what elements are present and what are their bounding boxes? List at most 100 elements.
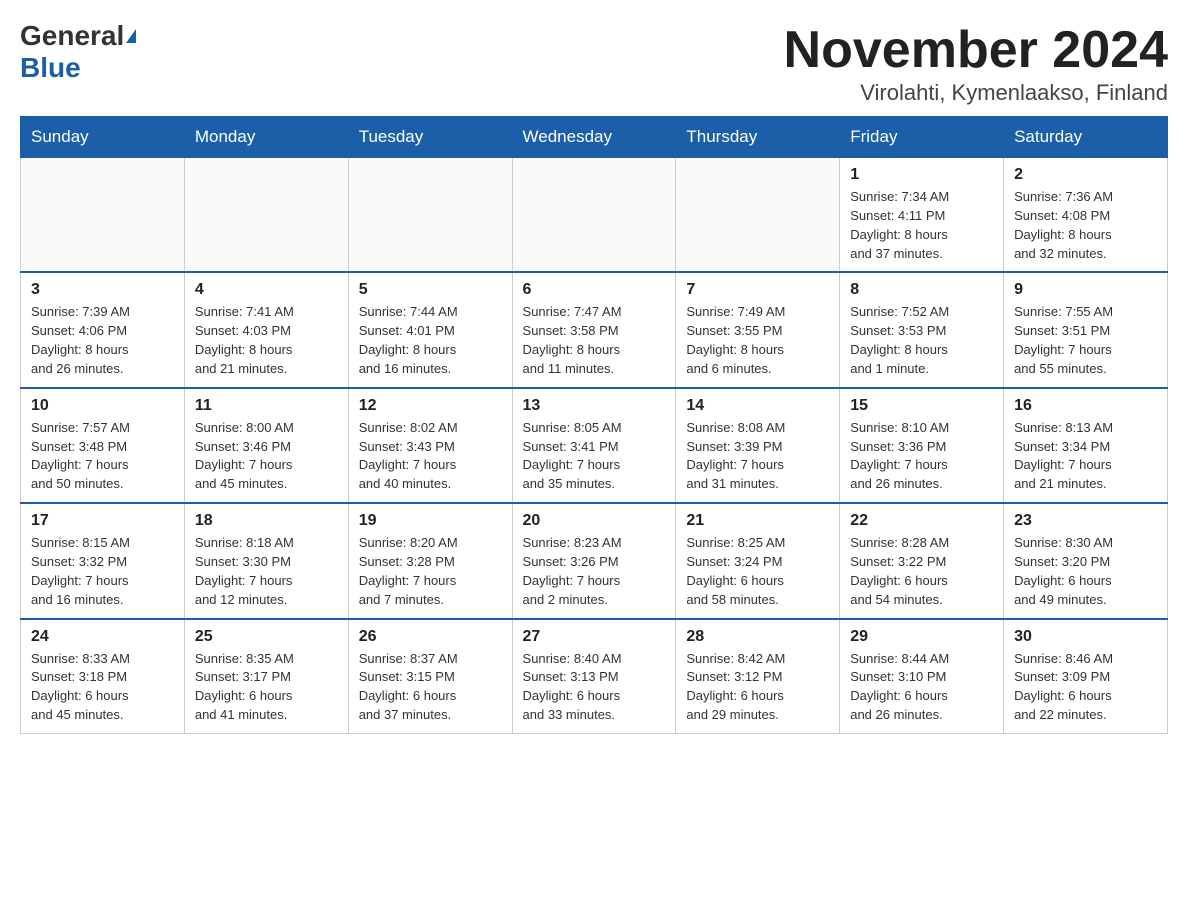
day-info: Sunrise: 8:18 AM Sunset: 3:30 PM Dayligh…	[195, 534, 338, 609]
day-info: Sunrise: 7:39 AM Sunset: 4:06 PM Dayligh…	[31, 303, 174, 378]
day-number: 15	[850, 397, 993, 415]
day-info: Sunrise: 8:02 AM Sunset: 3:43 PM Dayligh…	[359, 419, 502, 494]
calendar-cell: 4 Sunrise: 7:41 AM Sunset: 4:03 PM Daylig…	[184, 272, 348, 387]
day-info: Sunrise: 8:13 AM Sunset: 3:34 PM Dayligh…	[1014, 419, 1157, 494]
day-number: 26	[359, 628, 502, 646]
day-number: 17	[31, 512, 174, 530]
day-number: 25	[195, 628, 338, 646]
calendar-header-row: SundayMondayTuesdayWednesdayThursdayFrid…	[21, 117, 1168, 158]
day-number: 22	[850, 512, 993, 530]
day-info: Sunrise: 8:46 AM Sunset: 3:09 PM Dayligh…	[1014, 650, 1157, 725]
calendar-week-row: 24 Sunrise: 8:33 AM Sunset: 3:18 PM Dayli…	[21, 619, 1168, 734]
day-info: Sunrise: 7:52 AM Sunset: 3:53 PM Dayligh…	[850, 303, 993, 378]
calendar-cell: 21 Sunrise: 8:25 AM Sunset: 3:24 PM Dayli…	[676, 503, 840, 618]
location-text: Virolahti, Kymenlaakso, Finland	[784, 80, 1168, 106]
calendar-cell: 13Sunrise: 8:05 AM Sunset: 3:41 PM Dayli…	[512, 388, 676, 503]
calendar-week-row: 17 Sunrise: 8:15 AM Sunset: 3:32 PM Dayli…	[21, 503, 1168, 618]
day-info: Sunrise: 8:42 AM Sunset: 3:12 PM Dayligh…	[686, 650, 829, 725]
day-info: Sunrise: 8:28 AM Sunset: 3:22 PM Dayligh…	[850, 534, 993, 609]
page-header: General Blue November 2024 Virolahti, Ky…	[20, 20, 1168, 106]
day-number: 6	[523, 281, 666, 299]
day-info: Sunrise: 8:40 AM Sunset: 3:13 PM Dayligh…	[523, 650, 666, 725]
calendar-cell: 16Sunrise: 8:13 AM Sunset: 3:34 PM Dayli…	[1004, 388, 1168, 503]
day-number: 12	[359, 397, 502, 415]
calendar-cell: 14 Sunrise: 8:08 AM Sunset: 3:39 PM Dayli…	[676, 388, 840, 503]
calendar-cell	[676, 158, 840, 273]
calendar-cell: 20 Sunrise: 8:23 AM Sunset: 3:26 PM Dayli…	[512, 503, 676, 618]
calendar-cell: 1 Sunrise: 7:34 AM Sunset: 4:11 PM Daylig…	[840, 158, 1004, 273]
day-info: Sunrise: 8:00 AM Sunset: 3:46 PM Dayligh…	[195, 419, 338, 494]
calendar-cell	[184, 158, 348, 273]
calendar-cell: 12 Sunrise: 8:02 AM Sunset: 3:43 PM Dayli…	[348, 388, 512, 503]
day-info: Sunrise: 8:05 AM Sunset: 3:41 PM Dayligh…	[523, 419, 666, 494]
logo: General Blue	[20, 20, 136, 84]
day-number: 14	[686, 397, 829, 415]
day-info: Sunrise: 7:57 AM Sunset: 3:48 PM Dayligh…	[31, 419, 174, 494]
day-number: 29	[850, 628, 993, 646]
column-header-tuesday: Tuesday	[348, 117, 512, 158]
calendar-cell: 28 Sunrise: 8:42 AM Sunset: 3:12 PM Dayli…	[676, 619, 840, 734]
calendar-cell: 23Sunrise: 8:30 AM Sunset: 3:20 PM Dayli…	[1004, 503, 1168, 618]
day-info: Sunrise: 8:30 AM Sunset: 3:20 PM Dayligh…	[1014, 534, 1157, 609]
day-number: 21	[686, 512, 829, 530]
day-info: Sunrise: 8:37 AM Sunset: 3:15 PM Dayligh…	[359, 650, 502, 725]
day-number: 9	[1014, 281, 1157, 299]
day-info: Sunrise: 7:44 AM Sunset: 4:01 PM Dayligh…	[359, 303, 502, 378]
calendar-cell	[21, 158, 185, 273]
day-number: 4	[195, 281, 338, 299]
calendar-cell: 7Sunrise: 7:49 AM Sunset: 3:55 PM Daylig…	[676, 272, 840, 387]
calendar-week-row: 1 Sunrise: 7:34 AM Sunset: 4:11 PM Daylig…	[21, 158, 1168, 273]
day-info: Sunrise: 7:49 AM Sunset: 3:55 PM Dayligh…	[686, 303, 829, 378]
day-info: Sunrise: 7:36 AM Sunset: 4:08 PM Dayligh…	[1014, 188, 1157, 263]
calendar-cell	[512, 158, 676, 273]
calendar-cell: 2 Sunrise: 7:36 AM Sunset: 4:08 PM Daylig…	[1004, 158, 1168, 273]
column-header-wednesday: Wednesday	[512, 117, 676, 158]
day-number: 24	[31, 628, 174, 646]
day-info: Sunrise: 8:44 AM Sunset: 3:10 PM Dayligh…	[850, 650, 993, 725]
calendar-cell	[348, 158, 512, 273]
day-number: 1	[850, 166, 993, 184]
calendar-cell: 9Sunrise: 7:55 AM Sunset: 3:51 PM Daylig…	[1004, 272, 1168, 387]
column-header-thursday: Thursday	[676, 117, 840, 158]
day-info: Sunrise: 8:23 AM Sunset: 3:26 PM Dayligh…	[523, 534, 666, 609]
day-number: 5	[359, 281, 502, 299]
day-info: Sunrise: 7:34 AM Sunset: 4:11 PM Dayligh…	[850, 188, 993, 263]
logo-general-text: General	[20, 20, 124, 52]
day-info: Sunrise: 8:10 AM Sunset: 3:36 PM Dayligh…	[850, 419, 993, 494]
day-number: 8	[850, 281, 993, 299]
day-number: 27	[523, 628, 666, 646]
calendar-cell: 10 Sunrise: 7:57 AM Sunset: 3:48 PM Dayli…	[21, 388, 185, 503]
day-info: Sunrise: 8:08 AM Sunset: 3:39 PM Dayligh…	[686, 419, 829, 494]
column-header-saturday: Saturday	[1004, 117, 1168, 158]
column-header-friday: Friday	[840, 117, 1004, 158]
day-info: Sunrise: 8:15 AM Sunset: 3:32 PM Dayligh…	[31, 534, 174, 609]
day-info: Sunrise: 8:33 AM Sunset: 3:18 PM Dayligh…	[31, 650, 174, 725]
calendar-cell: 19Sunrise: 8:20 AM Sunset: 3:28 PM Dayli…	[348, 503, 512, 618]
calendar-cell: 30Sunrise: 8:46 AM Sunset: 3:09 PM Dayli…	[1004, 619, 1168, 734]
day-number: 10	[31, 397, 174, 415]
day-number: 3	[31, 281, 174, 299]
calendar-cell: 17 Sunrise: 8:15 AM Sunset: 3:32 PM Dayli…	[21, 503, 185, 618]
calendar-cell: 11Sunrise: 8:00 AM Sunset: 3:46 PM Dayli…	[184, 388, 348, 503]
day-number: 20	[523, 512, 666, 530]
day-info: Sunrise: 8:25 AM Sunset: 3:24 PM Dayligh…	[686, 534, 829, 609]
calendar-week-row: 3 Sunrise: 7:39 AM Sunset: 4:06 PM Daylig…	[21, 272, 1168, 387]
logo-blue-text: Blue	[20, 52, 81, 83]
day-info: Sunrise: 7:41 AM Sunset: 4:03 PM Dayligh…	[195, 303, 338, 378]
day-info: Sunrise: 7:47 AM Sunset: 3:58 PM Dayligh…	[523, 303, 666, 378]
calendar-cell: 26 Sunrise: 8:37 AM Sunset: 3:15 PM Dayli…	[348, 619, 512, 734]
calendar-cell: 15 Sunrise: 8:10 AM Sunset: 3:36 PM Dayli…	[840, 388, 1004, 503]
calendar-cell: 18 Sunrise: 8:18 AM Sunset: 3:30 PM Dayli…	[184, 503, 348, 618]
day-info: Sunrise: 8:20 AM Sunset: 3:28 PM Dayligh…	[359, 534, 502, 609]
calendar-cell: 5 Sunrise: 7:44 AM Sunset: 4:01 PM Daylig…	[348, 272, 512, 387]
calendar-table: SundayMondayTuesdayWednesdayThursdayFrid…	[20, 116, 1168, 734]
column-header-sunday: Sunday	[21, 117, 185, 158]
month-title: November 2024	[784, 20, 1168, 80]
day-number: 2	[1014, 166, 1157, 184]
calendar-cell: 8 Sunrise: 7:52 AM Sunset: 3:53 PM Daylig…	[840, 272, 1004, 387]
day-number: 18	[195, 512, 338, 530]
day-number: 28	[686, 628, 829, 646]
title-section: November 2024 Virolahti, Kymenlaakso, Fi…	[784, 20, 1168, 106]
calendar-cell: 24 Sunrise: 8:33 AM Sunset: 3:18 PM Dayli…	[21, 619, 185, 734]
calendar-cell: 3 Sunrise: 7:39 AM Sunset: 4:06 PM Daylig…	[21, 272, 185, 387]
